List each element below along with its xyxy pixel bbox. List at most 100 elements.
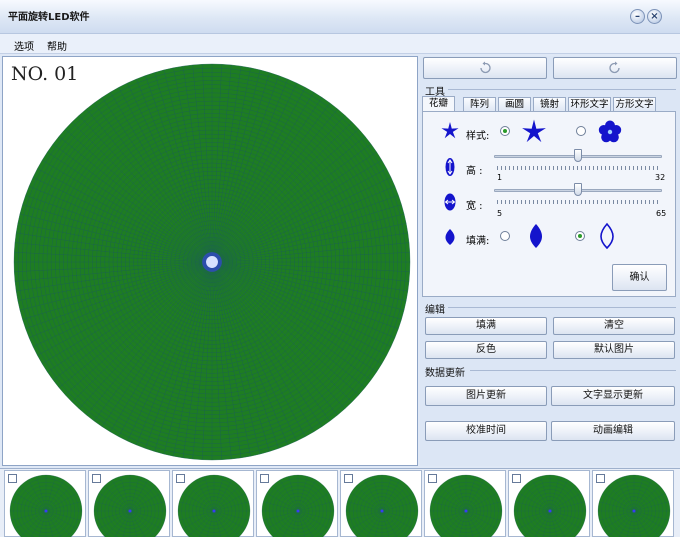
thumbnail-checkbox[interactable] <box>92 474 101 483</box>
thumbnail-disc <box>513 474 587 537</box>
petal-height-icon <box>445 158 455 176</box>
thumbnail-checkbox[interactable] <box>428 474 437 483</box>
frame-thumbnail[interactable] <box>88 470 170 537</box>
clear-button[interactable]: 清空 <box>553 317 675 335</box>
frame-thumbnail[interactable] <box>256 470 338 537</box>
thumbnail-disc <box>597 474 671 537</box>
led-disc[interactable] <box>3 57 419 467</box>
disc-center <box>548 509 552 513</box>
rotate-left-icon <box>480 61 491 74</box>
thumbnail-disc <box>177 474 251 537</box>
style-option-star[interactable] <box>520 118 548 149</box>
tab-square-text[interactable]: 方形文字 <box>613 97 656 111</box>
led-canvas[interactable]: NO. 01 <box>2 56 418 466</box>
solid-petal-icon <box>530 224 542 248</box>
frame-thumbnail[interactable] <box>340 470 422 537</box>
width-min: 5 <box>497 209 503 218</box>
frame-thumbnail[interactable] <box>4 470 86 537</box>
close-button[interactable]: × <box>647 9 662 24</box>
frame-thumbnail[interactable] <box>592 470 674 537</box>
disc-center <box>296 509 300 513</box>
height-max: 32 <box>655 173 666 182</box>
edit-group-title: 编辑 <box>425 305 445 316</box>
fill-radio-solid[interactable] <box>500 231 510 241</box>
style-radio-star[interactable] <box>500 126 510 136</box>
thumbnail-disc <box>93 474 167 537</box>
tools-divider <box>448 89 676 90</box>
petal-width-icon <box>444 193 456 211</box>
disc-center <box>212 509 216 513</box>
fill-label: 填满: <box>466 236 490 247</box>
edit-divider <box>448 307 676 308</box>
thumbnail-checkbox[interactable] <box>8 474 17 483</box>
outline-petal-icon <box>600 222 614 250</box>
filled-petal-icon <box>445 229 455 245</box>
star-icon <box>522 119 546 143</box>
redo-button[interactable] <box>553 57 677 79</box>
style-option-flower[interactable] <box>596 118 624 149</box>
fill-option-outline[interactable] <box>596 222 618 253</box>
tab-petal[interactable]: 花瓣 <box>422 96 455 111</box>
text-update-button[interactable]: 文字显示更新 <box>551 386 675 406</box>
tab-circle[interactable]: 画圆 <box>498 97 531 111</box>
minimize-icon: – <box>635 11 640 22</box>
disc-center <box>44 509 48 513</box>
frame-thumbnail[interactable] <box>424 470 506 537</box>
close-icon: × <box>650 11 659 22</box>
undo-button[interactable] <box>423 57 547 79</box>
thumbnail-checkbox[interactable] <box>344 474 353 483</box>
data-update-group-title: 数据更新 <box>425 368 465 379</box>
confirm-button[interactable]: 确认 <box>612 264 667 291</box>
fill-icon <box>441 227 459 250</box>
style-radio-flower[interactable] <box>576 126 586 136</box>
thumbnail-checkbox[interactable] <box>596 474 605 483</box>
title-bar: 平面旋转LED软件 – × <box>0 0 680 34</box>
width-icon <box>440 192 460 215</box>
animation-edit-button[interactable]: 动画编辑 <box>551 421 675 441</box>
default-image-button[interactable]: 默认图片 <box>553 341 675 359</box>
height-min: 1 <box>497 173 503 182</box>
frame-number: NO. 01 <box>11 63 79 85</box>
height-label: 高 : <box>466 166 483 177</box>
fill-button[interactable]: 填满 <box>425 317 547 335</box>
star-petal-icon <box>441 122 459 139</box>
menu-options[interactable]: 选项 <box>14 38 34 53</box>
width-max: 65 <box>656 209 667 218</box>
disc-center <box>380 509 384 513</box>
disc-center <box>464 509 468 513</box>
minimize-button[interactable]: – <box>630 9 645 24</box>
tab-array[interactable]: 阵列 <box>463 97 496 111</box>
thumbnail-disc <box>429 474 503 537</box>
menu-help[interactable]: 帮助 <box>47 38 67 53</box>
frame-thumbnail[interactable] <box>172 470 254 537</box>
window-title: 平面旋转LED软件 <box>8 12 90 23</box>
style-label: 样式: <box>466 131 490 142</box>
height-slider-thumb[interactable] <box>574 149 582 162</box>
tab-ring-text[interactable]: 环形文字 <box>568 97 611 111</box>
thumbnail-checkbox[interactable] <box>512 474 521 483</box>
flower-icon <box>598 120 622 143</box>
image-update-button[interactable]: 图片更新 <box>425 386 547 406</box>
fill-radio-outline[interactable] <box>575 231 585 241</box>
rotate-right-icon <box>609 61 620 74</box>
tab-mirror[interactable]: 镜射 <box>533 97 566 111</box>
frame-thumbnail[interactable] <box>508 470 590 537</box>
width-label: 宽 : <box>466 201 483 212</box>
width-slider-thumb[interactable] <box>574 183 582 196</box>
invert-button[interactable]: 反色 <box>425 341 547 359</box>
thumbnail-disc <box>9 474 83 537</box>
thumbnail-disc <box>261 474 335 537</box>
thumbnail-checkbox[interactable] <box>260 474 269 483</box>
calibrate-time-button[interactable]: 校准时间 <box>425 421 547 441</box>
data-update-divider <box>470 370 676 371</box>
fill-option-solid[interactable] <box>525 222 547 253</box>
disc-center <box>632 509 636 513</box>
thumbnail-checkbox[interactable] <box>176 474 185 483</box>
disc-center <box>206 256 218 268</box>
style-row-icon <box>440 121 460 144</box>
height-icon <box>440 156 460 181</box>
disc-center <box>128 509 132 513</box>
width-slider-ticks <box>497 200 659 204</box>
height-slider-ticks <box>497 166 659 170</box>
thumbnail-disc <box>345 474 419 537</box>
